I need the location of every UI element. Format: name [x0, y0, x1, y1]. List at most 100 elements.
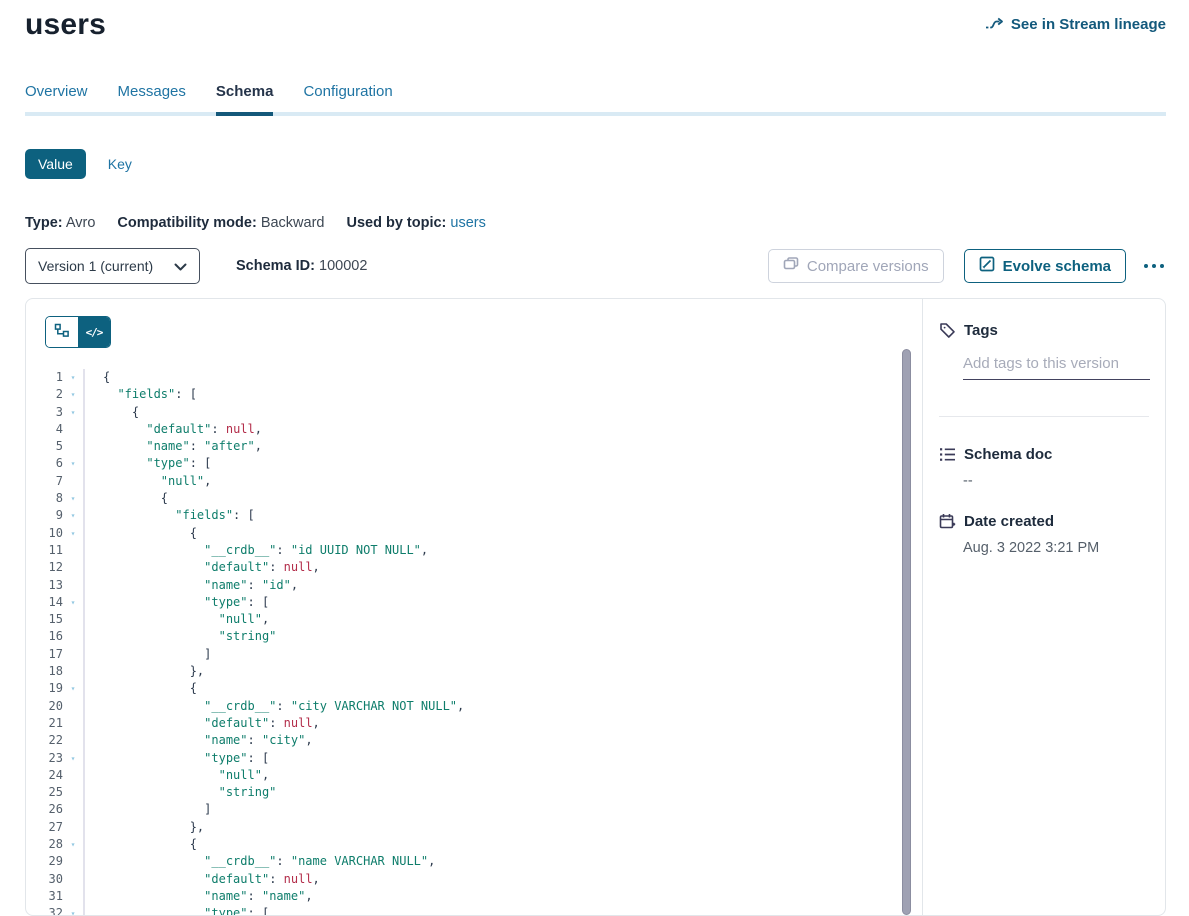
code-content: "null", — [85, 473, 211, 490]
code-line: 20 "__crdb__": "city VARCHAR NOT NULL", — [26, 698, 922, 715]
code-line: 13 "name": "id", — [26, 577, 922, 594]
line-number: 17 — [26, 646, 63, 663]
code-lines: 1▾{2▾ "fields": [3▾ {4 "default": null,5… — [26, 369, 922, 915]
date-created-heading: Date created — [939, 513, 1149, 530]
fold-arrow-icon[interactable]: ▾ — [63, 905, 85, 915]
line-number: 15 — [26, 611, 63, 628]
fold-arrow-icon[interactable]: ▾ — [63, 836, 85, 853]
fold-gutter — [63, 819, 85, 836]
code-view-button[interactable]: </> — [78, 317, 110, 347]
fold-arrow-icon[interactable]: ▾ — [63, 404, 85, 421]
fold-arrow-icon[interactable]: ▾ — [63, 750, 85, 767]
code-content: "__crdb__": "city VARCHAR NOT NULL", — [85, 698, 464, 715]
tag-icon — [939, 322, 956, 339]
code-line: 30 "default": null, — [26, 871, 922, 888]
compare-versions-button[interactable]: Compare versions — [768, 249, 944, 283]
dot — [1144, 264, 1148, 268]
stream-lineage-icon — [985, 17, 1004, 32]
code-line: 2▾ "fields": [ — [26, 386, 922, 403]
tab-configuration[interactable]: Configuration — [303, 83, 392, 116]
value-toggle-button[interactable]: Value — [25, 149, 86, 179]
code-content: { — [85, 490, 168, 507]
tags-heading-label: Tags — [964, 322, 998, 339]
line-number: 4 — [26, 421, 63, 438]
code-line: 11 "__crdb__": "id UUID NOT NULL", — [26, 542, 922, 559]
tab-messages[interactable]: Messages — [118, 83, 186, 116]
fold-gutter — [63, 611, 85, 628]
stream-lineage-label: See in Stream lineage — [1011, 16, 1166, 33]
list-icon — [939, 447, 956, 462]
compatibility-label: Compatibility mode: — [117, 215, 256, 231]
sidebar-divider — [939, 416, 1149, 417]
code-line: 9▾ "fields": [ — [26, 507, 922, 524]
schema-sidebar: Tags Schema doc -- — [922, 299, 1165, 915]
fold-gutter — [63, 871, 85, 888]
calendar-add-icon — [939, 513, 956, 530]
code-line: 8▾ { — [26, 490, 922, 507]
code-content: "name": "after", — [85, 438, 262, 455]
code-content: "string" — [85, 784, 276, 801]
line-number: 7 — [26, 473, 63, 490]
code-editor[interactable]: 1▾{2▾ "fields": [3▾ {4 "default": null,5… — [26, 369, 922, 915]
schema-page: users See in Stream lineage Overview Mes… — [0, 0, 1189, 916]
line-number: 16 — [26, 628, 63, 645]
fold-arrow-icon[interactable]: ▾ — [63, 594, 85, 611]
dot — [1152, 264, 1156, 268]
schema-id-label: Schema ID: — [236, 258, 315, 274]
key-toggle-button[interactable]: Key — [108, 156, 132, 172]
line-number: 5 — [26, 438, 63, 455]
fold-arrow-icon[interactable]: ▾ — [63, 369, 85, 386]
compare-versions-label: Compare versions — [807, 258, 929, 275]
tree-view-button[interactable] — [46, 317, 78, 347]
copy-icon — [783, 256, 799, 276]
editor-scrollbar[interactable] — [902, 349, 911, 915]
chevron-down-icon — [174, 258, 187, 274]
code-line: 24 "null", — [26, 767, 922, 784]
code-line: 5 "name": "after", — [26, 438, 922, 455]
evolve-schema-button[interactable]: Evolve schema — [964, 249, 1126, 283]
code-content: "string" — [85, 628, 276, 645]
code-content: { — [85, 525, 197, 542]
code-content: "null", — [85, 767, 269, 784]
code-line: 29 "__crdb__": "name VARCHAR NULL", — [26, 853, 922, 870]
fold-arrow-icon[interactable]: ▾ — [63, 507, 85, 524]
code-content: "type": [ — [85, 455, 211, 472]
fold-arrow-icon[interactable]: ▾ — [63, 386, 85, 403]
line-number: 20 — [26, 698, 63, 715]
line-number: 25 — [26, 784, 63, 801]
code-content: { — [85, 404, 139, 421]
fold-arrow-icon[interactable]: ▾ — [63, 490, 85, 507]
fold-arrow-icon[interactable]: ▾ — [63, 525, 85, 542]
tags-input[interactable] — [963, 355, 1150, 380]
code-line: 12 "default": null, — [26, 559, 922, 576]
tags-heading: Tags — [939, 322, 1149, 339]
more-options-button[interactable] — [1142, 258, 1166, 274]
code-line: 16 "string" — [26, 628, 922, 645]
topic-link[interactable]: users — [450, 215, 485, 231]
code-line: 31 "name": "name", — [26, 888, 922, 905]
meta-compatibility: Compatibility mode: Backward — [117, 215, 324, 231]
line-number: 18 — [26, 663, 63, 680]
code-line: 17 ] — [26, 646, 922, 663]
see-in-stream-lineage-link[interactable]: See in Stream lineage — [985, 16, 1166, 33]
fold-gutter — [63, 853, 85, 870]
tab-overview[interactable]: Overview — [25, 83, 88, 116]
code-content: "type": [ — [85, 594, 269, 611]
line-number: 30 — [26, 871, 63, 888]
fold-gutter — [63, 473, 85, 490]
schema-doc-value: -- — [963, 473, 1149, 489]
used-by-topic-label: Used by topic: — [346, 215, 446, 231]
code-line: 28▾ { — [26, 836, 922, 853]
fold-gutter — [63, 438, 85, 455]
line-number: 26 — [26, 801, 63, 818]
code-content: { — [85, 680, 197, 697]
fold-arrow-icon[interactable]: ▾ — [63, 455, 85, 472]
line-number: 3 — [26, 404, 63, 421]
code-content: "name": "id", — [85, 577, 298, 594]
type-value: Avro — [66, 215, 96, 231]
tab-schema[interactable]: Schema — [216, 83, 274, 116]
line-number: 6 — [26, 455, 63, 472]
version-select[interactable]: Version 1 (current) — [25, 248, 200, 284]
code-line: 25 "string" — [26, 784, 922, 801]
fold-arrow-icon[interactable]: ▾ — [63, 680, 85, 697]
